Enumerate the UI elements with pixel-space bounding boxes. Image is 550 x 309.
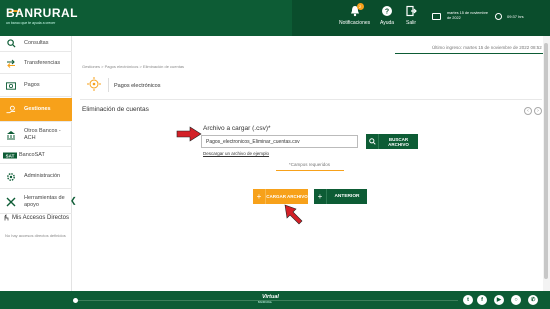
sidebar: Consultas Transferencias Pagos Gestiones… — [0, 36, 77, 291]
footer-brand-sub: BANRURAL — [258, 301, 273, 304]
file-label: Archivo a cargar (.csv)* — [203, 125, 271, 132]
sidebar-item-administracion[interactable]: Administración — [0, 165, 72, 189]
sidebar-item-label: Consultas — [24, 40, 49, 47]
search-file-label: BUSCAR ARCHIVO — [388, 136, 409, 147]
content-divider — [80, 99, 542, 100]
annotation-arrow-up-icon — [284, 204, 303, 225]
plus-icon: + — [253, 189, 266, 204]
sidebar-item-pagos[interactable]: Pagos — [0, 75, 72, 97]
electronic-payments-icon — [87, 77, 101, 91]
sidebar-item-label: Administración — [24, 173, 61, 180]
exit-button[interactable]: Salir — [405, 5, 417, 26]
banrural-logo[interactable]: BANRURAL un banco que te ayuda a crecer — [6, 6, 96, 32]
plus-icon: + — [314, 189, 327, 204]
collapse-sidebar-icon[interactable]: ❮ — [70, 196, 77, 205]
sidebar-item-herramientas[interactable]: Herramientas de apoyo — [0, 190, 72, 214]
last-login-divider — [395, 53, 543, 54]
instagram-icon[interactable]: ○ — [511, 295, 521, 305]
file-path-input[interactable] — [201, 135, 358, 148]
previous-label: ANTERIOR — [334, 194, 360, 199]
previous-button[interactable]: + ANTERIOR — [314, 189, 367, 204]
upload-file-button[interactable]: + CARGAR ARCHIVO — [253, 189, 308, 204]
exit-icon — [406, 5, 417, 17]
bancosat-logo-icon: SAT — [3, 151, 17, 161]
logo-text: BANRURAL — [6, 6, 78, 20]
sidebar-item-label: BancoSAT — [19, 152, 45, 159]
notifications-label: Notificaciones — [339, 20, 371, 26]
cash-icon — [6, 81, 16, 91]
scrollbar-thumb[interactable] — [544, 43, 548, 279]
top-header: BANRURAL un banco que te ayuda a crecer … — [0, 0, 550, 36]
footer-brand: Virtual — [262, 294, 279, 300]
shortcuts-header: Mis Accesos Directos — [3, 214, 69, 221]
facebook-icon[interactable]: f — [477, 295, 487, 305]
section-divider — [108, 78, 109, 92]
back-circle-icon[interactable]: ‹ — [524, 107, 532, 115]
search-file-button[interactable]: BUSCAR ARCHIVO — [366, 134, 418, 149]
header-time: 09:37 hrs — [507, 14, 524, 19]
clock-icon — [495, 13, 502, 20]
admin-gear-icon — [6, 172, 16, 182]
calendar-icon — [432, 13, 441, 20]
twitter-icon[interactable]: t — [463, 295, 473, 305]
tools-icon — [6, 197, 16, 207]
sidebar-item-label: Otros Bancos - ACH — [24, 128, 61, 141]
help-label: Ayuda — [380, 20, 395, 26]
download-example-link[interactable]: Descargar un archivo de ejemplo — [203, 151, 269, 156]
sidebar-item-otros-bancos[interactable]: Otros Bancos - ACH — [0, 123, 72, 147]
upload-file-label: CARGAR ARCHIVO — [266, 194, 308, 199]
required-fields-note: *Campos requeridos — [289, 162, 331, 167]
transfer-icon — [6, 58, 16, 68]
shortcuts-title: Mis Accesos Directos — [12, 214, 70, 221]
hand-pointer-icon — [4, 214, 9, 221]
search-icon — [6, 39, 16, 49]
last-login-text: Último ingreso: martes 15 de noviembre d… — [432, 45, 542, 50]
notifications-badge: 2 — [356, 3, 364, 10]
exit-label: Salir — [405, 20, 416, 26]
section-title: Pagos electrónicos — [114, 83, 161, 89]
sidebar-item-label: Pagos — [24, 82, 40, 89]
sidebar-item-label: Herramientas de apoyo — [24, 195, 65, 208]
sidebar-item-consultas[interactable]: Consultas — [0, 36, 72, 52]
bank-icon — [6, 130, 16, 140]
sidebar-item-transferencias[interactable]: Transferencias — [0, 53, 72, 74]
sidebar-item-label: Transferencias — [24, 59, 61, 66]
shortcuts-empty-note: No hay accesos directos definidos — [5, 233, 66, 238]
forward-circle-icon[interactable]: › — [534, 107, 542, 115]
required-underline — [276, 170, 344, 171]
sidebar-item-label: Gestiones — [24, 106, 51, 113]
youtube-icon[interactable]: ▶ — [494, 295, 504, 305]
annotation-arrow-right-icon — [176, 126, 202, 142]
svg-text:SAT: SAT — [6, 153, 15, 158]
header-date: martes 15 de noviembre de 2022 — [447, 11, 488, 20]
sidebar-item-gestiones[interactable]: Gestiones — [0, 98, 72, 122]
sidebar-item-bancosat[interactable]: SAT BancoSAT — [0, 148, 72, 164]
svg-text:?: ? — [385, 9, 389, 16]
notifications-button[interactable]: 2 Notificaciones — [339, 3, 371, 26]
hand-coin-icon — [6, 105, 16, 115]
whatsapp-icon[interactable]: ✆ — [528, 295, 538, 305]
search-icon — [366, 134, 379, 149]
page-title: Eliminación de cuentas — [82, 106, 149, 113]
breadcrumb: Gestiones > Pagos electrónicos > Elimina… — [82, 64, 185, 69]
logo-tagline: un banco que te ayuda a crecer — [6, 21, 56, 25]
footer: Virtual BANRURAL t f ▶ ○ ✆ — [0, 291, 550, 309]
help-button[interactable]: ? Ayuda — [380, 5, 394, 26]
help-icon: ? — [382, 6, 393, 16]
